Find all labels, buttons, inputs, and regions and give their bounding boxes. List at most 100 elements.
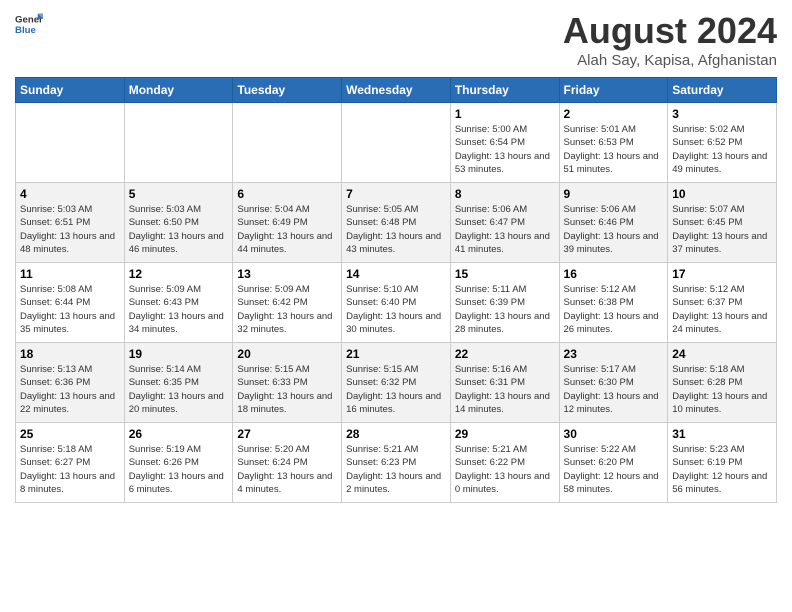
calendar-cell xyxy=(342,103,451,183)
calendar-cell: 4 Sunrise: 5:03 AMSunset: 6:51 PMDayligh… xyxy=(16,183,125,263)
day-info: Sunrise: 5:15 AMSunset: 6:33 PMDaylight:… xyxy=(237,363,337,416)
calendar-cell: 29 Sunrise: 5:21 AMSunset: 6:22 PMDaylig… xyxy=(450,423,559,503)
day-number: 30 xyxy=(564,427,664,441)
day-info: Sunrise: 5:23 AMSunset: 6:19 PMDaylight:… xyxy=(672,443,772,496)
calendar-cell: 17 Sunrise: 5:12 AMSunset: 6:37 PMDaylig… xyxy=(668,263,777,343)
calendar-cell: 31 Sunrise: 5:23 AMSunset: 6:19 PMDaylig… xyxy=(668,423,777,503)
calendar-cell: 7 Sunrise: 5:05 AMSunset: 6:48 PMDayligh… xyxy=(342,183,451,263)
calendar-cell: 28 Sunrise: 5:21 AMSunset: 6:23 PMDaylig… xyxy=(342,423,451,503)
title-block: August 2024 Alah Say, Kapisa, Afghanista… xyxy=(563,10,777,69)
day-info: Sunrise: 5:08 AMSunset: 6:44 PMDaylight:… xyxy=(20,283,120,336)
day-info: Sunrise: 5:02 AMSunset: 6:52 PMDaylight:… xyxy=(672,123,772,176)
location-title: Alah Say, Kapisa, Afghanistan xyxy=(563,52,777,69)
day-info: Sunrise: 5:01 AMSunset: 6:53 PMDaylight:… xyxy=(564,123,664,176)
calendar-week-2: 4 Sunrise: 5:03 AMSunset: 6:51 PMDayligh… xyxy=(16,183,777,263)
day-number: 8 xyxy=(455,187,555,201)
day-info: Sunrise: 5:13 AMSunset: 6:36 PMDaylight:… xyxy=(20,363,120,416)
calendar-cell: 15 Sunrise: 5:11 AMSunset: 6:39 PMDaylig… xyxy=(450,263,559,343)
logo-icon: General Blue xyxy=(15,10,43,38)
day-number: 6 xyxy=(237,187,337,201)
day-info: Sunrise: 5:15 AMSunset: 6:32 PMDaylight:… xyxy=(346,363,446,416)
calendar-cell: 11 Sunrise: 5:08 AMSunset: 6:44 PMDaylig… xyxy=(16,263,125,343)
day-number: 24 xyxy=(672,347,772,361)
day-info: Sunrise: 5:17 AMSunset: 6:30 PMDaylight:… xyxy=(564,363,664,416)
calendar-cell: 13 Sunrise: 5:09 AMSunset: 6:42 PMDaylig… xyxy=(233,263,342,343)
day-info: Sunrise: 5:14 AMSunset: 6:35 PMDaylight:… xyxy=(129,363,229,416)
day-info: Sunrise: 5:05 AMSunset: 6:48 PMDaylight:… xyxy=(346,203,446,256)
calendar-cell: 16 Sunrise: 5:12 AMSunset: 6:38 PMDaylig… xyxy=(559,263,668,343)
calendar-week-3: 11 Sunrise: 5:08 AMSunset: 6:44 PMDaylig… xyxy=(16,263,777,343)
day-info: Sunrise: 5:12 AMSunset: 6:37 PMDaylight:… xyxy=(672,283,772,336)
day-number: 26 xyxy=(129,427,229,441)
day-number: 9 xyxy=(564,187,664,201)
col-friday: Friday xyxy=(559,78,668,103)
col-wednesday: Wednesday xyxy=(342,78,451,103)
month-title: August 2024 xyxy=(563,10,777,52)
calendar-cell: 19 Sunrise: 5:14 AMSunset: 6:35 PMDaylig… xyxy=(124,343,233,423)
calendar-cell xyxy=(124,103,233,183)
calendar-cell: 9 Sunrise: 5:06 AMSunset: 6:46 PMDayligh… xyxy=(559,183,668,263)
day-info: Sunrise: 5:03 AMSunset: 6:51 PMDaylight:… xyxy=(20,203,120,256)
day-number: 10 xyxy=(672,187,772,201)
day-info: Sunrise: 5:18 AMSunset: 6:27 PMDaylight:… xyxy=(20,443,120,496)
calendar-cell: 22 Sunrise: 5:16 AMSunset: 6:31 PMDaylig… xyxy=(450,343,559,423)
day-info: Sunrise: 5:19 AMSunset: 6:26 PMDaylight:… xyxy=(129,443,229,496)
calendar-cell: 6 Sunrise: 5:04 AMSunset: 6:49 PMDayligh… xyxy=(233,183,342,263)
calendar-cell: 26 Sunrise: 5:19 AMSunset: 6:26 PMDaylig… xyxy=(124,423,233,503)
day-info: Sunrise: 5:04 AMSunset: 6:49 PMDaylight:… xyxy=(237,203,337,256)
col-saturday: Saturday xyxy=(668,78,777,103)
day-number: 13 xyxy=(237,267,337,281)
day-info: Sunrise: 5:21 AMSunset: 6:22 PMDaylight:… xyxy=(455,443,555,496)
day-number: 3 xyxy=(672,107,772,121)
day-info: Sunrise: 5:06 AMSunset: 6:46 PMDaylight:… xyxy=(564,203,664,256)
svg-text:Blue: Blue xyxy=(15,25,36,36)
day-number: 25 xyxy=(20,427,120,441)
calendar-cell: 24 Sunrise: 5:18 AMSunset: 6:28 PMDaylig… xyxy=(668,343,777,423)
day-number: 28 xyxy=(346,427,446,441)
day-number: 17 xyxy=(672,267,772,281)
day-info: Sunrise: 5:10 AMSunset: 6:40 PMDaylight:… xyxy=(346,283,446,336)
calendar-cell: 23 Sunrise: 5:17 AMSunset: 6:30 PMDaylig… xyxy=(559,343,668,423)
day-number: 20 xyxy=(237,347,337,361)
day-info: Sunrise: 5:18 AMSunset: 6:28 PMDaylight:… xyxy=(672,363,772,416)
calendar-cell: 14 Sunrise: 5:10 AMSunset: 6:40 PMDaylig… xyxy=(342,263,451,343)
day-number: 19 xyxy=(129,347,229,361)
calendar-cell: 8 Sunrise: 5:06 AMSunset: 6:47 PMDayligh… xyxy=(450,183,559,263)
col-sunday: Sunday xyxy=(16,78,125,103)
day-number: 1 xyxy=(455,107,555,121)
day-info: Sunrise: 5:07 AMSunset: 6:45 PMDaylight:… xyxy=(672,203,772,256)
calendar-table: Sunday Monday Tuesday Wednesday Thursday… xyxy=(15,77,777,503)
calendar-week-5: 25 Sunrise: 5:18 AMSunset: 6:27 PMDaylig… xyxy=(16,423,777,503)
col-tuesday: Tuesday xyxy=(233,78,342,103)
calendar-cell: 3 Sunrise: 5:02 AMSunset: 6:52 PMDayligh… xyxy=(668,103,777,183)
day-number: 14 xyxy=(346,267,446,281)
day-number: 2 xyxy=(564,107,664,121)
day-info: Sunrise: 5:06 AMSunset: 6:47 PMDaylight:… xyxy=(455,203,555,256)
day-number: 4 xyxy=(20,187,120,201)
day-number: 5 xyxy=(129,187,229,201)
col-thursday: Thursday xyxy=(450,78,559,103)
logo: General Blue xyxy=(15,10,43,38)
day-number: 15 xyxy=(455,267,555,281)
calendar-cell xyxy=(16,103,125,183)
day-number: 22 xyxy=(455,347,555,361)
calendar-cell: 1 Sunrise: 5:00 AMSunset: 6:54 PMDayligh… xyxy=(450,103,559,183)
calendar-cell: 21 Sunrise: 5:15 AMSunset: 6:32 PMDaylig… xyxy=(342,343,451,423)
header-row: Sunday Monday Tuesday Wednesday Thursday… xyxy=(16,78,777,103)
day-number: 21 xyxy=(346,347,446,361)
day-info: Sunrise: 5:21 AMSunset: 6:23 PMDaylight:… xyxy=(346,443,446,496)
calendar-cell: 18 Sunrise: 5:13 AMSunset: 6:36 PMDaylig… xyxy=(16,343,125,423)
day-number: 12 xyxy=(129,267,229,281)
day-number: 27 xyxy=(237,427,337,441)
day-info: Sunrise: 5:03 AMSunset: 6:50 PMDaylight:… xyxy=(129,203,229,256)
day-info: Sunrise: 5:12 AMSunset: 6:38 PMDaylight:… xyxy=(564,283,664,336)
calendar-cell: 27 Sunrise: 5:20 AMSunset: 6:24 PMDaylig… xyxy=(233,423,342,503)
calendar-cell: 5 Sunrise: 5:03 AMSunset: 6:50 PMDayligh… xyxy=(124,183,233,263)
calendar-cell: 25 Sunrise: 5:18 AMSunset: 6:27 PMDaylig… xyxy=(16,423,125,503)
day-info: Sunrise: 5:11 AMSunset: 6:39 PMDaylight:… xyxy=(455,283,555,336)
calendar-week-4: 18 Sunrise: 5:13 AMSunset: 6:36 PMDaylig… xyxy=(16,343,777,423)
day-info: Sunrise: 5:09 AMSunset: 6:42 PMDaylight:… xyxy=(237,283,337,336)
day-info: Sunrise: 5:00 AMSunset: 6:54 PMDaylight:… xyxy=(455,123,555,176)
day-number: 7 xyxy=(346,187,446,201)
header: General Blue August 2024 Alah Say, Kapis… xyxy=(15,10,777,69)
